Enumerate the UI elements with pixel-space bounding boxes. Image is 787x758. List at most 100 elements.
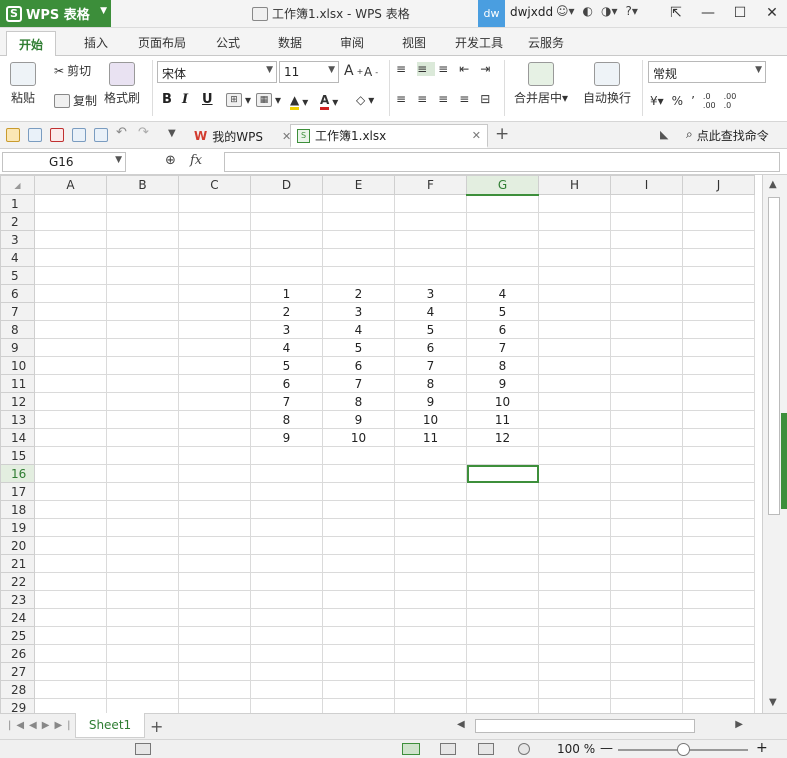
cell-b29[interactable] [106,698,179,713]
cell-c20[interactable] [178,536,251,555]
cell-h1[interactable] [538,194,611,213]
cell-j28[interactable] [682,680,755,699]
cell-c9[interactable] [178,338,251,357]
cell-e4[interactable] [322,248,395,267]
cell-g11[interactable]: 9 [466,374,539,393]
cell-j1[interactable] [682,194,755,213]
cell-j19[interactable] [682,518,755,537]
cell-j5[interactable] [682,266,755,285]
cell-g24[interactable] [466,608,539,627]
username[interactable]: dwjxdd [510,5,553,19]
print-icon[interactable] [72,128,86,142]
cell-i19[interactable] [610,518,683,537]
row-header[interactable]: 26 [0,644,35,663]
cell-h8[interactable] [538,320,611,339]
italic-button[interactable]: I [182,92,188,107]
cell-j22[interactable] [682,572,755,591]
cell-g6[interactable]: 4 [466,284,539,303]
cell-c5[interactable] [178,266,251,285]
cell-d12[interactable]: 7 [250,392,323,411]
cell-f27[interactable] [394,662,467,681]
row-header[interactable]: 6 [0,284,35,303]
cell-c28[interactable] [178,680,251,699]
cell-b2[interactable] [106,212,179,231]
cell-d7[interactable]: 2 [250,302,323,321]
scroll-right-icon[interactable]: ▶ [735,719,743,730]
cell-i20[interactable] [610,536,683,555]
cell-a9[interactable] [34,338,107,357]
row-header[interactable]: 22 [0,572,35,591]
cell-i24[interactable] [610,608,683,627]
row-header[interactable]: 16 [0,464,35,483]
zoom-slider-knob[interactable] [677,743,690,756]
row-header[interactable]: 24 [0,608,35,627]
cell-j4[interactable] [682,248,755,267]
cell-e8[interactable]: 4 [322,320,395,339]
cell-g19[interactable] [466,518,539,537]
cell-i11[interactable] [610,374,683,393]
cell-i27[interactable] [610,662,683,681]
cell-b22[interactable] [106,572,179,591]
cell-i28[interactable] [610,680,683,699]
cell-g8[interactable]: 6 [466,320,539,339]
cell-e27[interactable] [322,662,395,681]
cell-i29[interactable] [610,698,683,713]
tab-cloud[interactable]: 云服务 [528,34,564,51]
row-header[interactable]: 14 [0,428,35,447]
cell-f10[interactable]: 7 [394,356,467,375]
cell-j14[interactable] [682,428,755,447]
cell-b5[interactable] [106,266,179,285]
cell-b26[interactable] [106,644,179,663]
cell-b21[interactable] [106,554,179,573]
row-header[interactable]: 1 [0,194,35,213]
cell-h15[interactable] [538,446,611,465]
cell-b16[interactable] [106,464,179,483]
cell-f14[interactable]: 11 [394,428,467,447]
cell-f20[interactable] [394,536,467,555]
cell-i18[interactable] [610,500,683,519]
cell-e15[interactable] [322,446,395,465]
cell-f12[interactable]: 9 [394,392,467,411]
increase-indent-icon[interactable]: ⇥ [480,62,498,76]
cell-b13[interactable] [106,410,179,429]
close-tab-icon[interactable]: ✕ [472,129,481,142]
cell-b3[interactable] [106,230,179,249]
cell-f1[interactable] [394,194,467,213]
merge-center-button[interactable]: 合并居中▾ [514,62,568,106]
row-header[interactable]: 20 [0,536,35,555]
cell-c2[interactable] [178,212,251,231]
cell-a26[interactable] [34,644,107,663]
sheet-navigation-arrows[interactable]: |◀◀▶▶| [8,720,76,731]
cell-h24[interactable] [538,608,611,627]
cell-d3[interactable] [250,230,323,249]
cell-j11[interactable] [682,374,755,393]
cell-i3[interactable] [610,230,683,249]
save-icon[interactable] [28,128,42,142]
cell-h9[interactable] [538,338,611,357]
cell-i13[interactable] [610,410,683,429]
cell-f7[interactable]: 4 [394,302,467,321]
tab-view[interactable]: 视图 [402,34,426,51]
cell-c19[interactable] [178,518,251,537]
cell-c23[interactable] [178,590,251,609]
cell-i5[interactable] [610,266,683,285]
column-header-i[interactable]: I [610,175,683,195]
column-header-d[interactable]: D [250,175,323,195]
cell-a22[interactable] [34,572,107,591]
cell-d15[interactable] [250,446,323,465]
cell-h7[interactable] [538,302,611,321]
cell-d9[interactable]: 4 [250,338,323,357]
row-header[interactable]: 8 [0,320,35,339]
customize-toolbar-icon[interactable]: ▼ [168,128,182,142]
cell-j24[interactable] [682,608,755,627]
row-header[interactable]: 21 [0,554,35,573]
border-button[interactable]: ⊞ ▾ [226,93,251,107]
zoom-level[interactable]: 100 % [557,742,595,756]
maximize-button[interactable]: ☐ [724,2,756,24]
cell-a12[interactable] [34,392,107,411]
cell-j18[interactable] [682,500,755,519]
cell-f17[interactable] [394,482,467,501]
cell-e25[interactable] [322,626,395,645]
cell-d6[interactable]: 1 [250,284,323,303]
cell-f29[interactable] [394,698,467,713]
